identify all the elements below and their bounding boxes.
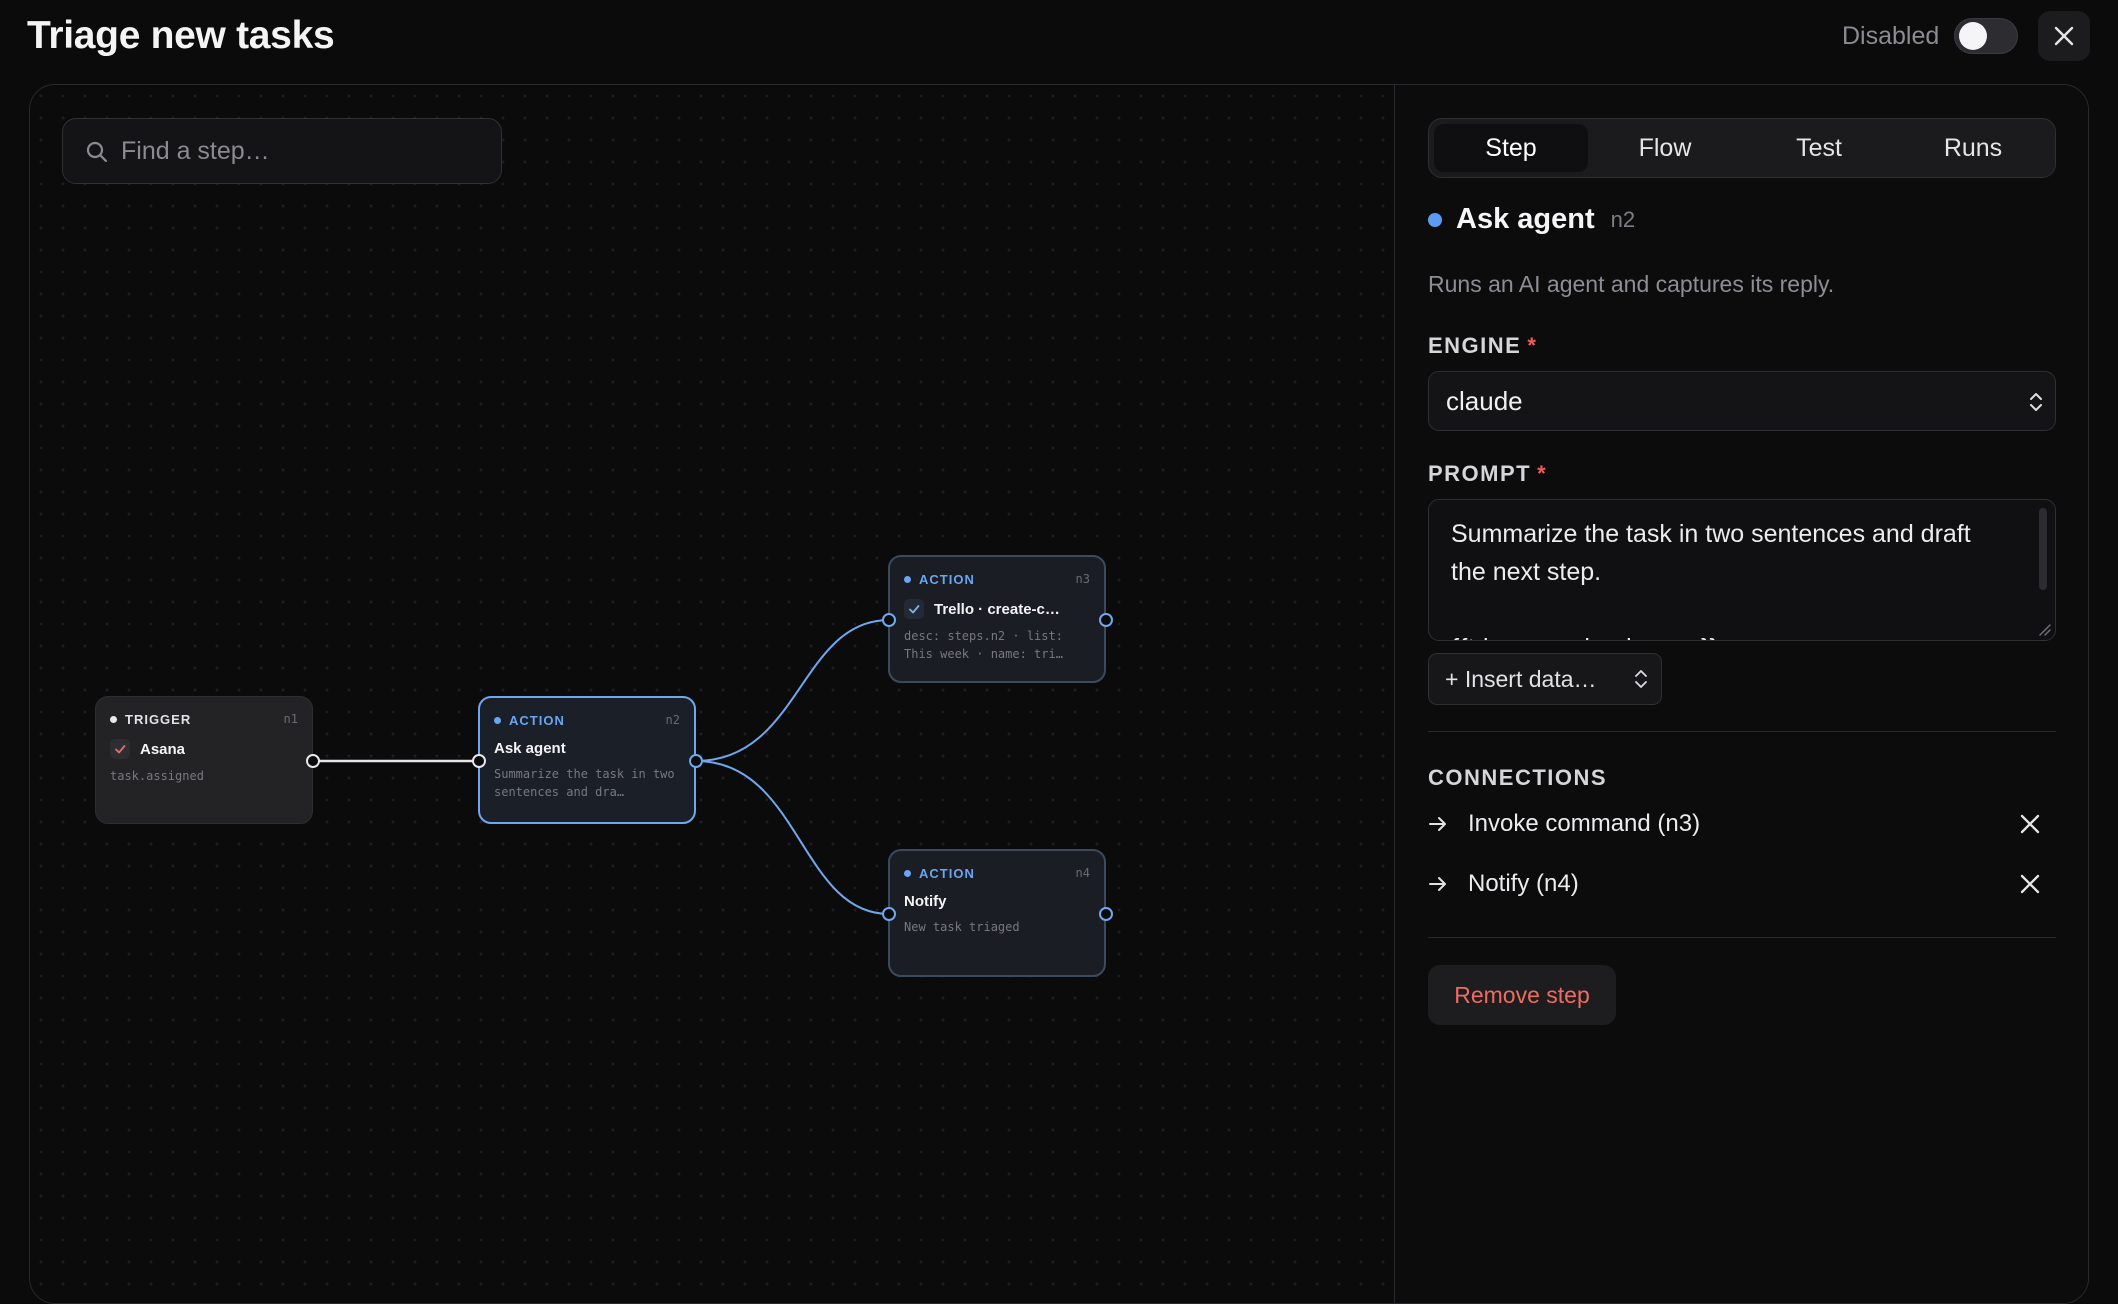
required-mark: * <box>1537 461 1548 486</box>
inspector-panel: Step Flow Test Runs Ask agent n2 Runs an… <box>1396 85 2088 1303</box>
connection-row: Notify (n4) <box>1428 862 2056 906</box>
port-n4-out[interactable] <box>1099 907 1113 921</box>
connection-label: Notify (n4) <box>1468 870 1579 897</box>
required-mark: * <box>1527 333 1538 358</box>
node-kind-dot <box>904 575 911 583</box>
engine-value: claude <box>1446 385 1523 416</box>
prompt-label: PROMPT * <box>1428 461 1547 487</box>
node-id: n4 <box>1075 866 1090 880</box>
node-n3[interactable]: ACTION n3 Trello · create-c… desc: steps… <box>888 555 1106 683</box>
enable-toggle[interactable] <box>1954 18 2018 54</box>
port-n1-out[interactable] <box>306 754 320 768</box>
node-title: Trello · create-c… <box>934 600 1060 618</box>
port-n3-in[interactable] <box>882 613 896 627</box>
insert-data-select[interactable]: + Insert data… <box>1428 653 1662 705</box>
port-n4-in[interactable] <box>882 907 896 921</box>
flow-canvas[interactable]: TRIGGER n1 Asana task.assigned ACTION n2 <box>30 85 1395 1303</box>
chevron-updown-icon <box>1635 670 1647 688</box>
node-kind-dot <box>494 716 501 724</box>
node-title: Asana <box>140 740 186 758</box>
engine-label-text: ENGINE <box>1428 333 1522 358</box>
divider <box>1428 937 2056 938</box>
panel-tabs: Step Flow Test Runs <box>1428 118 2056 178</box>
arrow-right-icon <box>1428 876 1452 892</box>
tab-flow[interactable]: Flow <box>1588 124 1742 172</box>
remove-connection-button[interactable] <box>2018 812 2042 836</box>
node-kind: ACTION <box>494 713 565 728</box>
node-desc: New task triaged <box>904 920 1020 934</box>
search-input[interactable] <box>121 119 481 183</box>
node-title-row: Asana <box>110 739 298 759</box>
node-kind-label: ACTION <box>919 865 975 881</box>
close-icon <box>2020 814 2040 834</box>
node-kind-dot <box>904 869 911 877</box>
remove-step-button[interactable]: Remove step <box>1428 965 1616 1025</box>
check-icon <box>110 739 130 759</box>
divider <box>1428 731 2056 732</box>
connections-heading: CONNECTIONS <box>1428 765 1608 790</box>
step-id: n2 <box>1610 206 1636 232</box>
node-title-row: Trello · create-c… <box>904 599 1090 619</box>
close-button[interactable] <box>2038 11 2090 61</box>
node-n4[interactable]: ACTION n4 Notify New task triaged <box>888 849 1106 977</box>
step-status-dot <box>1428 212 1442 227</box>
toggle-knob <box>1959 22 1987 50</box>
textarea-scrollbar[interactable] <box>2039 508 2047 590</box>
engine-select[interactable]: claude <box>1428 371 2056 431</box>
node-kind-label: ACTION <box>919 571 975 587</box>
node-n2[interactable]: ACTION n2 Ask agent Summarize the task i… <box>478 696 696 824</box>
remove-connection-button[interactable] <box>2018 872 2042 896</box>
node-desc: task.assigned <box>110 769 204 783</box>
engine-label: ENGINE * <box>1428 333 1537 359</box>
port-n2-out[interactable] <box>689 754 703 768</box>
step-header: Ask agent n2 <box>1428 203 1635 236</box>
tab-test[interactable]: Test <box>1742 124 1896 172</box>
close-icon <box>2054 26 2074 46</box>
connection-row: Invoke command (n3) <box>1428 802 2056 846</box>
insert-data-label: + Insert data… <box>1445 665 1597 692</box>
node-desc: desc: steps.n2 · list: This week · name:… <box>904 629 1063 661</box>
port-n2-in[interactable] <box>472 754 486 768</box>
node-kind: TRIGGER <box>110 712 191 727</box>
page-title: Triage new tasks <box>27 14 335 57</box>
node-n1[interactable]: TRIGGER n1 Asana task.assigned <box>95 696 313 824</box>
node-kind: ACTION <box>904 572 975 587</box>
node-title: Notify <box>904 893 947 910</box>
prompt-label-text: PROMPT <box>1428 461 1532 486</box>
check-icon <box>904 599 924 619</box>
step-search[interactable] <box>62 118 502 184</box>
node-kind-label: ACTION <box>509 712 565 728</box>
node-title-row: Ask agent <box>494 740 680 757</box>
step-name: Ask agent <box>1456 203 1595 235</box>
node-title: Ask agent <box>494 740 566 757</box>
node-kind-dot <box>110 715 117 723</box>
prompt-value: Summarize the task in two sentences and … <box>1451 520 1971 640</box>
node-kind: ACTION <box>904 866 975 881</box>
close-icon <box>2020 874 2040 894</box>
connection-label: Invoke command (n3) <box>1468 810 1701 837</box>
node-kind-label: TRIGGER <box>125 711 192 727</box>
prompt-textarea[interactable]: Summarize the task in two sentences and … <box>1428 499 2056 641</box>
resize-grip-icon[interactable] <box>2037 622 2051 636</box>
edge-layer <box>313 619 890 915</box>
node-id: n2 <box>665 713 680 727</box>
edge-n2-n4 <box>695 760 890 915</box>
chevron-updown-icon <box>2030 393 2042 411</box>
arrow-right-icon <box>1428 816 1452 832</box>
workspace: TRIGGER n1 Asana task.assigned ACTION n2 <box>29 84 2089 1304</box>
node-desc: Summarize the task in two sentences and … <box>494 767 675 799</box>
port-n3-out[interactable] <box>1099 613 1113 627</box>
step-description: Runs an AI agent and captures its reply. <box>1428 271 1835 297</box>
node-id: n3 <box>1075 572 1090 586</box>
header: Triage new tasks Disabled <box>0 0 2118 84</box>
edge-n2-n3 <box>695 619 890 762</box>
tab-runs[interactable]: Runs <box>1896 124 2050 172</box>
node-title-row: Notify <box>904 893 1090 910</box>
node-id: n1 <box>283 712 298 726</box>
tab-step[interactable]: Step <box>1434 124 1588 172</box>
search-icon <box>86 141 108 163</box>
status-label: Disabled <box>1842 22 1940 50</box>
